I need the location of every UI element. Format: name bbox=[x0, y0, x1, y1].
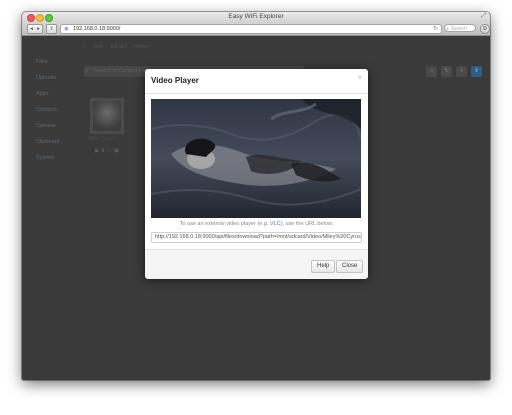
help-button[interactable]: Help bbox=[311, 260, 336, 273]
forward-button[interactable]: ▸ bbox=[35, 24, 43, 34]
modal-title: Video Player bbox=[151, 76, 199, 85]
title-bar: Easy WiFi Explorer ⤢ bbox=[22, 12, 490, 22]
video-frame[interactable] bbox=[151, 99, 361, 218]
refresh-icon[interactable]: ↻ bbox=[441, 66, 453, 77]
sidebar-item-apps[interactable]: Apps bbox=[28, 86, 76, 102]
sidebar-item-clipboard[interactable]: Clipboard bbox=[28, 134, 76, 150]
settings-gear-button[interactable]: ⚙ bbox=[480, 24, 490, 34]
wifi-icon: ◉ bbox=[64, 26, 69, 32]
sidebar: Files Uploads Apps Contacts Camera Clipb… bbox=[28, 54, 76, 166]
caption-text-before: To use an external video player (e.g. bbox=[179, 221, 270, 227]
breadcrumb: ▱ mnt sdcard Video bbox=[82, 44, 154, 50]
delete-icon[interactable]: ▣ bbox=[114, 148, 121, 154]
share-button[interactable]: ⇪ bbox=[46, 24, 57, 34]
close-icon[interactable]: × bbox=[357, 74, 362, 82]
file-tools: ⌂ ↻ + ⇩ bbox=[424, 66, 482, 77]
caption-text-after: ), use the URL below: bbox=[280, 221, 334, 227]
search-icon: ⌕ bbox=[86, 68, 90, 74]
file-name: Miley Cyrus - ... bbox=[88, 136, 123, 142]
file-actions: ▶⬇ⓘ▣ bbox=[95, 146, 121, 154]
home-icon[interactable]: ⌂ bbox=[426, 66, 438, 77]
address-bar[interactable]: ◉ 192.168.0.18:9000/ ↻ bbox=[60, 24, 442, 34]
breadcrumb-item[interactable]: Video bbox=[135, 44, 149, 50]
sidebar-item-system[interactable]: System bbox=[28, 150, 76, 166]
upload-icon[interactable]: ⇩ bbox=[471, 66, 482, 77]
file-thumbnail[interactable] bbox=[90, 98, 124, 134]
sidebar-item-contacts[interactable]: Contacts bbox=[28, 102, 76, 118]
info-icon[interactable]: ⓘ bbox=[107, 148, 114, 154]
new-folder-icon[interactable]: + bbox=[456, 66, 468, 77]
browser-search-placeholder: Search bbox=[451, 26, 467, 32]
video-player-modal: Video Player × To use an external video … bbox=[145, 69, 368, 279]
breadcrumb-item[interactable]: sdcard bbox=[110, 44, 127, 50]
reload-icon[interactable]: ↻ bbox=[433, 25, 438, 33]
vlc-instructions: To use an external video player (e.g. VL… bbox=[145, 221, 368, 227]
sidebar-item-files[interactable]: Files bbox=[28, 54, 76, 70]
stream-url-field[interactable]: http://192.168.0.18:9000/api/files/downl… bbox=[151, 232, 362, 243]
sidebar-item-uploads[interactable]: Uploads bbox=[28, 70, 76, 86]
address-url: 192.168.0.18:9000/ bbox=[73, 26, 121, 32]
vlc-link[interactable]: VLC bbox=[270, 221, 281, 227]
modal-footer: Help Close bbox=[145, 249, 368, 279]
window-title: Easy WiFi Explorer bbox=[228, 13, 284, 20]
folder-icon: ▱ bbox=[82, 44, 87, 50]
browser-toolbar: ◂ ▸ ⇪ ◉ 192.168.0.18:9000/ ↻ ⌕ Search ⚙ bbox=[22, 22, 490, 36]
search-icon: ⌕ bbox=[446, 26, 449, 32]
fullscreen-icon[interactable]: ⤢ bbox=[481, 13, 486, 20]
breadcrumb-item[interactable]: mnt bbox=[94, 44, 103, 50]
close-button[interactable]: Close bbox=[336, 260, 364, 273]
modal-header-divider bbox=[145, 93, 368, 94]
sidebar-item-camera[interactable]: Camera bbox=[28, 118, 76, 134]
browser-search-input[interactable]: ⌕ Search bbox=[444, 24, 476, 32]
